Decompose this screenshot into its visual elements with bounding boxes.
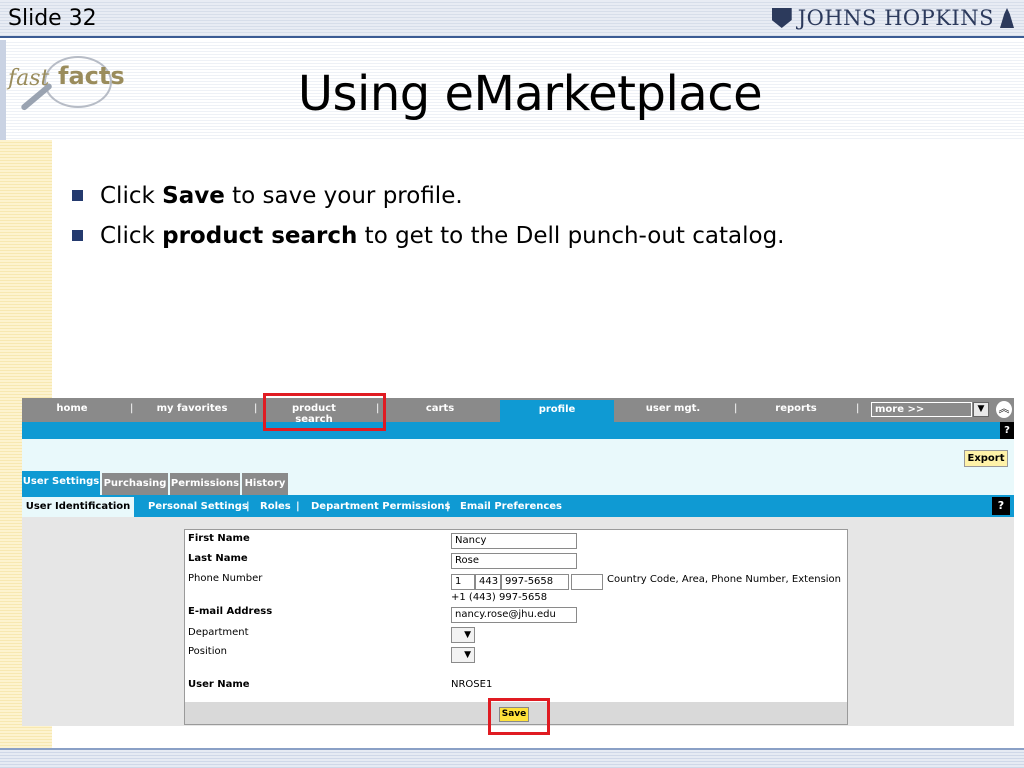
chevron-down-icon: ▼	[464, 630, 471, 640]
position-label: Position	[188, 646, 227, 657]
bullet-bold: product search	[162, 223, 358, 249]
bullet-square-icon	[72, 230, 83, 241]
sub-nav-bar: User Identification Personal Settings | …	[22, 495, 1014, 517]
collapse-up-icon[interactable]: ︽	[996, 401, 1012, 418]
nav-reports[interactable]: reports	[766, 403, 826, 414]
bullet-text: to get to the Dell punch-out catalog.	[357, 223, 785, 249]
phone-area-input[interactable]: 443	[475, 574, 501, 590]
phone-country-input[interactable]: 1	[451, 574, 475, 590]
nav-separator: |	[734, 403, 738, 414]
bullet-bold: Save	[162, 183, 225, 209]
help-icon[interactable]: ?	[992, 497, 1010, 515]
brand-name: JOHNS HOPKINS	[797, 6, 994, 30]
more-dropdown[interactable]: more >>	[871, 402, 972, 417]
department-label: Department	[188, 627, 249, 638]
product-search-highlight	[263, 393, 386, 431]
nav-underline-strip	[22, 422, 1014, 439]
subnav-separator: |	[296, 501, 300, 512]
bullet-item-product-search: Click product search to get to the Dell …	[72, 216, 972, 256]
save-highlight	[488, 698, 550, 735]
phone-formatted: +1 (443) 997-5658	[451, 592, 548, 603]
bullet-list: Click Save to save your profile. Click p…	[72, 176, 972, 256]
user-identification-form: First Name Nancy Last Name Rose Phone Nu…	[184, 529, 848, 725]
nav-profile-label: profile	[538, 404, 576, 415]
nav-separator: |	[856, 403, 860, 414]
tab-user-settings[interactable]: User Settings	[22, 471, 100, 495]
bullet-square-icon	[72, 190, 83, 201]
subnav-user-identification[interactable]: User Identification	[22, 497, 134, 517]
main-nav-bar: home | my favorites | product search | c…	[22, 398, 1014, 425]
user-name-label: User Name	[188, 679, 250, 690]
phone-number-label: Phone Number	[188, 573, 263, 584]
form-area: First Name Nancy Last Name Rose Phone Nu…	[22, 517, 1014, 726]
phone-extension-input[interactable]	[571, 574, 603, 590]
user-name-value: NROSE1	[451, 679, 493, 690]
subnav-separator: |	[246, 501, 250, 512]
bullet-text: to save your profile.	[224, 183, 463, 209]
tab-purchasing[interactable]: Purchasing	[102, 473, 168, 495]
subnav-roles[interactable]: Roles	[260, 501, 291, 512]
nav-home[interactable]: home	[44, 403, 100, 414]
bullet-item-save: Click Save to save your profile.	[72, 176, 972, 216]
tab-permissions[interactable]: Permissions	[170, 473, 240, 495]
nav-profile[interactable]: profile	[500, 400, 614, 422]
email-label: E-mail Address	[188, 606, 273, 617]
johns-hopkins-logo: JOHNS HOPKINS	[771, 6, 1014, 30]
help-icon[interactable]: ?	[1000, 422, 1014, 439]
phone-number-input[interactable]: 997-5658	[501, 574, 569, 590]
nav-my-favorites[interactable]: my favorites	[152, 403, 232, 414]
statue-icon	[1000, 8, 1014, 28]
nav-separator: |	[254, 403, 258, 414]
nav-separator: |	[130, 403, 134, 414]
last-name-label: Last Name	[188, 553, 248, 564]
nav-carts[interactable]: carts	[416, 403, 464, 414]
subnav-separator: |	[446, 501, 450, 512]
slide-number: Slide 32	[8, 6, 97, 31]
bullet-text: Click	[100, 223, 163, 249]
chevron-down-icon[interactable]: ▼	[973, 402, 989, 417]
nav-user-mgt[interactable]: user mgt.	[638, 403, 708, 414]
subnav-email-preferences[interactable]: Email Preferences	[460, 501, 562, 512]
tab-history[interactable]: History	[242, 473, 288, 495]
slide-title: Using eMarketplace	[297, 66, 763, 122]
footer-band	[0, 748, 1024, 768]
bullet-text: Click	[100, 183, 163, 209]
chevron-down-icon: ▼	[464, 650, 471, 660]
subnav-department-permissions[interactable]: Department Permissions	[311, 501, 450, 512]
export-button[interactable]: Export	[964, 450, 1008, 467]
shield-icon	[771, 8, 792, 28]
email-input[interactable]: nancy.rose@jhu.edu	[451, 607, 577, 623]
subnav-personal-settings[interactable]: Personal Settings	[148, 501, 248, 512]
last-name-input[interactable]: Rose	[451, 553, 577, 569]
phone-format-hint: Country Code, Area, Phone Number, Extens…	[607, 574, 842, 585]
department-select[interactable]: ▼	[451, 627, 475, 643]
slide-header-bar: Slide 32 JOHNS HOPKINS	[0, 0, 1024, 38]
emarketplace-screenshot: home | my favorites | product search | c…	[22, 398, 1014, 726]
first-name-label: First Name	[188, 533, 250, 544]
first-name-input[interactable]: Nancy	[451, 533, 577, 549]
position-select[interactable]: ▼	[451, 647, 475, 663]
